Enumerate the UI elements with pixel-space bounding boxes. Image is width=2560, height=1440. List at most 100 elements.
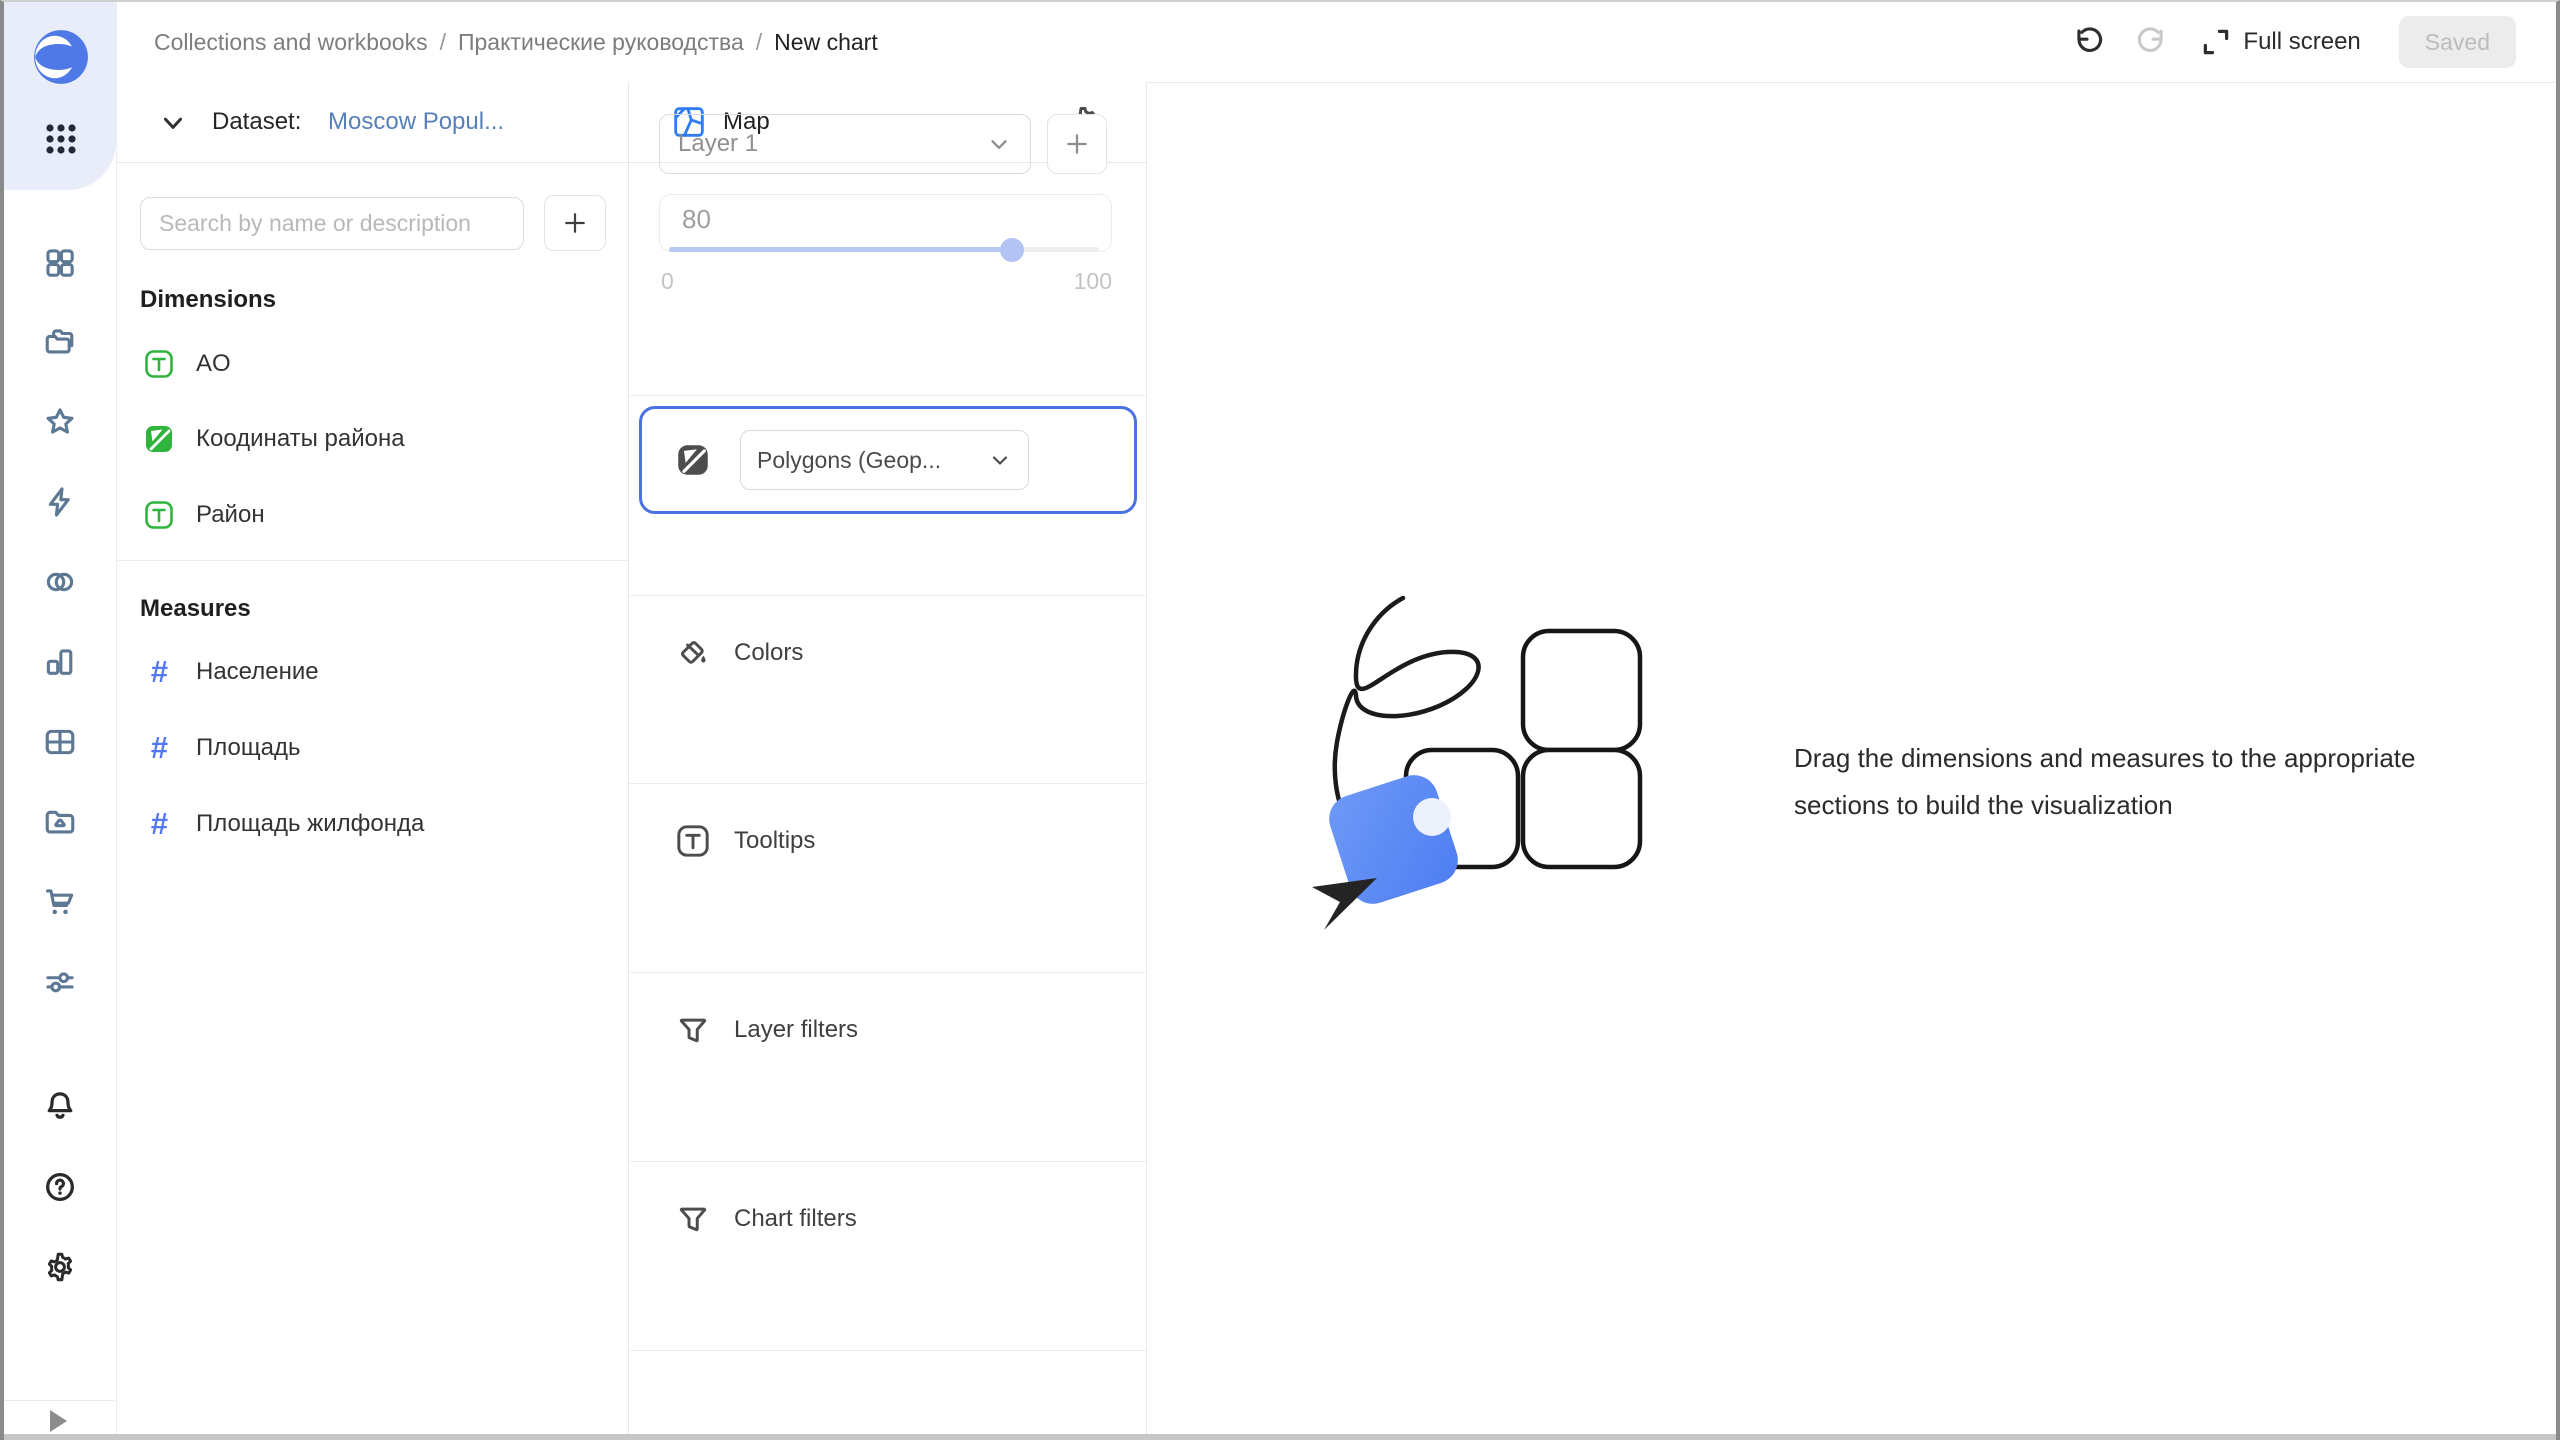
top-bar: Collections and workbooks / Практические… xyxy=(116,2,2556,83)
field-type-text-icon xyxy=(144,349,174,379)
dimension-item-ao[interactable]: AO xyxy=(116,335,628,393)
funnel-icon xyxy=(676,1202,710,1236)
layer-opacity-slider[interactable] xyxy=(669,247,1099,252)
undo-icon[interactable] xyxy=(2067,22,2107,62)
funnel-icon xyxy=(676,1013,710,1047)
geotype-select[interactable]: Polygons (Geop... xyxy=(740,430,1029,490)
layer-opacity-input[interactable]: 80 xyxy=(659,194,1112,252)
slider-fill xyxy=(669,247,1013,252)
field-type-text-icon xyxy=(676,824,710,858)
chevron-down-icon xyxy=(988,448,1012,472)
section-divider xyxy=(629,1350,1146,1351)
rail-top-panel xyxy=(4,2,116,190)
dashboards-grid-icon[interactable] xyxy=(43,246,77,280)
dataset-header: Dataset: Moscow Popul... xyxy=(116,82,628,163)
section-label: Layer filters xyxy=(734,1016,858,1044)
fullscreen-label: Full screen xyxy=(2243,28,2360,56)
field-label: Район xyxy=(196,501,265,529)
field-label: Площадь жилфонда xyxy=(196,810,424,838)
breadcrumb-collections[interactable]: Collections and workbooks xyxy=(154,29,428,56)
empty-state-message: Drag the dimensions and measures to the … xyxy=(1794,735,2415,829)
dimension-item-coordinates[interactable]: Коодинаты района xyxy=(116,410,628,468)
layer-opacity-value: 80 xyxy=(682,204,711,235)
field-type-number-icon: # xyxy=(144,733,174,763)
add-layer-button[interactable] xyxy=(1047,114,1107,174)
section-tooltips[interactable]: Tooltips xyxy=(629,786,1146,896)
section-label: Chart filters xyxy=(734,1205,857,1233)
dataset-panel: Dataset: Moscow Popul... Dimensions AO xyxy=(116,82,629,1440)
section-label: Colors xyxy=(734,639,803,667)
files-folder-icon[interactable] xyxy=(43,805,77,839)
breadcrumb-current-new-chart: New chart xyxy=(774,29,878,56)
settings-gear-icon[interactable] xyxy=(43,1250,77,1284)
slider-handle[interactable] xyxy=(1000,238,1024,262)
expand-panel-icon[interactable] xyxy=(50,1410,67,1432)
apps-grid-icon[interactable] xyxy=(42,120,80,158)
add-field-button[interactable] xyxy=(544,195,606,251)
empty-state-illustration xyxy=(1299,590,1659,942)
marketplace-cart-icon[interactable] xyxy=(43,885,77,919)
plus-icon xyxy=(561,209,589,237)
paint-bucket-icon xyxy=(676,636,710,670)
section-divider xyxy=(629,1161,1146,1162)
breadcrumb-separator: / xyxy=(440,29,446,56)
field-label: Площадь xyxy=(196,734,300,762)
section-divider xyxy=(629,972,1146,973)
slider-max-label: 100 xyxy=(1074,268,1112,295)
breadcrumb-separator: / xyxy=(756,29,762,56)
help-icon[interactable] xyxy=(43,1170,77,1204)
redo-icon[interactable] xyxy=(2133,22,2173,62)
left-rail xyxy=(4,2,117,1440)
rail-footer-divider xyxy=(4,1400,115,1401)
field-type-text-icon xyxy=(144,500,174,530)
dataset-name-link[interactable]: Moscow Popul... xyxy=(328,82,504,162)
connections-circles-icon[interactable] xyxy=(43,565,77,599)
layer-select[interactable]: Layer 1 xyxy=(659,114,1031,174)
measures-title: Measures xyxy=(140,595,251,623)
collections-folder-icon[interactable] xyxy=(43,325,77,359)
field-type-number-icon: # xyxy=(144,657,174,687)
chevron-down-icon[interactable] xyxy=(158,108,188,138)
visualization-panel: Map Layer 1 80 0 100 xyxy=(629,82,1147,1440)
measure-item-area[interactable]: # Площадь xyxy=(116,719,628,777)
search-input[interactable] xyxy=(140,197,524,250)
section-divider xyxy=(629,595,1146,596)
charts-bar-icon[interactable] xyxy=(43,645,77,679)
panel-divider xyxy=(116,560,628,561)
breadcrumb-workbook[interactable]: Практические руководства xyxy=(458,29,744,56)
section-label: Tooltips xyxy=(734,827,815,855)
topbar-actions: Full screen Saved xyxy=(2067,2,2516,82)
plus-icon xyxy=(1063,130,1091,158)
fullscreen-button[interactable]: Full screen xyxy=(2199,25,2360,59)
window-bottom-edge xyxy=(4,1434,2556,1440)
dimension-item-district[interactable]: Район xyxy=(116,486,628,544)
saved-button[interactable]: Saved xyxy=(2399,16,2516,68)
field-type-number-icon: # xyxy=(144,809,174,839)
favorites-star-icon[interactable] xyxy=(43,405,77,439)
chart-canvas: Drag the dimensions and measures to the … xyxy=(1148,83,2556,1440)
section-layer-filters[interactable]: Layer filters xyxy=(629,975,1146,1085)
dataset-label: Dataset: xyxy=(212,82,301,162)
section-divider xyxy=(629,783,1146,784)
datalens-chart-editor: Collections and workbooks / Практические… xyxy=(0,0,2560,1440)
section-chart-filters[interactable]: Chart filters xyxy=(629,1164,1146,1274)
section-divider xyxy=(629,395,1146,396)
geotype-section-highlighted[interactable]: Polygons (Geop... xyxy=(639,406,1137,514)
chevron-down-icon xyxy=(986,131,1012,157)
slider-scale: 0 100 xyxy=(661,268,1112,295)
quick-bolt-icon[interactable] xyxy=(43,485,77,519)
geotype-select-value: Polygons (Geop... xyxy=(757,447,988,474)
slider-min-label: 0 xyxy=(661,268,674,295)
notifications-bell-icon[interactable] xyxy=(43,1089,77,1123)
tables-grid-icon[interactable] xyxy=(43,725,77,759)
field-label: Коодинаты района xyxy=(196,425,405,453)
breadcrumb: Collections and workbooks / Практические… xyxy=(154,2,878,82)
measure-item-housing-area[interactable]: # Площадь жилфонда xyxy=(116,795,628,853)
measure-item-population[interactable]: # Население xyxy=(116,643,628,701)
services-sliders-icon[interactable] xyxy=(43,965,77,999)
datalens-logo[interactable] xyxy=(32,28,90,86)
section-colors[interactable]: Colors xyxy=(629,598,1146,708)
geopolygon-icon xyxy=(676,443,710,477)
layer-select-value: Layer 1 xyxy=(678,130,986,158)
field-label: Население xyxy=(196,658,319,686)
